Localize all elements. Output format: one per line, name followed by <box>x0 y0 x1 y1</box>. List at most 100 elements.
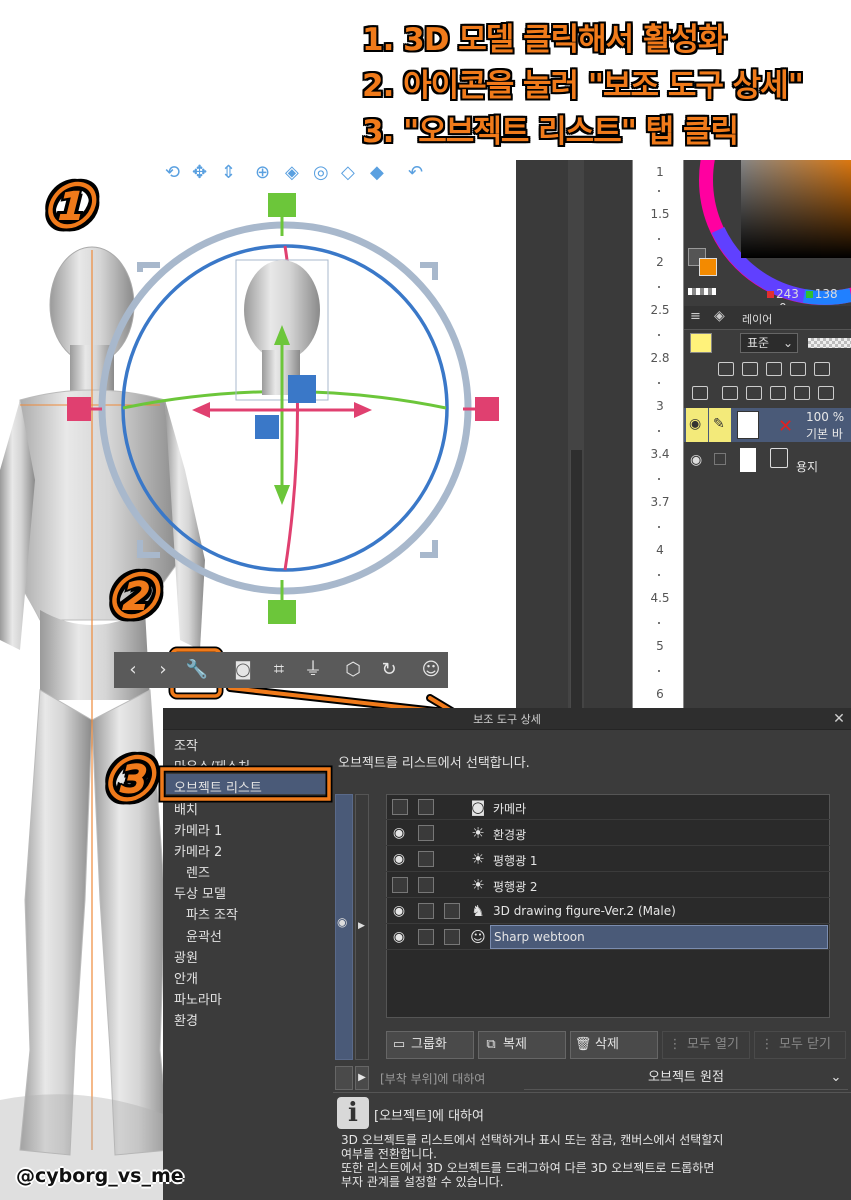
new-vector-layer-icon[interactable] <box>746 386 762 400</box>
category-item[interactable]: 환경 <box>174 1010 198 1029</box>
origin-toggle[interactable] <box>335 1066 353 1090</box>
eye-icon[interactable]: ◉ <box>390 821 408 846</box>
object-row[interactable] <box>386 795 830 820</box>
select-checkbox[interactable] <box>444 903 460 919</box>
layer-color-swatch[interactable] <box>690 333 712 353</box>
chevron-down-icon: ⌄ <box>782 336 793 350</box>
ruler-label: 3.4 <box>650 447 670 461</box>
object-icon[interactable]: ⬡ <box>336 652 370 688</box>
clip-icon[interactable] <box>718 362 734 376</box>
layers-icon[interactable]: ◈ <box>714 308 725 324</box>
rotate-camera-icon[interactable]: ⟲ <box>165 162 180 183</box>
flat-move-icon[interactable]: ◇ <box>341 162 355 183</box>
category-item[interactable]: 안개 <box>174 968 198 987</box>
category-item[interactable]: 파노라마 <box>174 989 222 1008</box>
category-item[interactable]: 카메라 2 <box>174 841 222 860</box>
lock-checkbox[interactable] <box>418 903 434 919</box>
layer-visibility-toggle[interactable]: ◉ <box>686 408 708 442</box>
layer-edit-toggle[interactable]: ✎ <box>709 408 731 442</box>
pen-icon: ✎ <box>713 416 725 432</box>
expand-column[interactable]: ▶ <box>355 794 369 1060</box>
eye-icon[interactable]: ◉ <box>390 925 408 950</box>
layer-property-icon[interactable] <box>692 386 708 400</box>
move-camera-icon[interactable]: ✥ <box>192 162 207 183</box>
reset-icon[interactable]: ↶ <box>408 162 423 183</box>
rotate-object-icon[interactable]: ◈ <box>285 162 299 183</box>
layer-name: 용지 <box>796 460 819 474</box>
category-item[interactable]: 카메라 1 <box>174 820 222 839</box>
head-icon[interactable]: ☺ <box>414 652 448 688</box>
ruler-label: 2 <box>656 255 664 269</box>
transfer-icon[interactable] <box>794 386 810 400</box>
step3-title: 3. "오브젝트 리스트" 탭 클릭 <box>362 114 739 150</box>
origin-select[interactable]: 오브젝트 원점 <box>524 1066 848 1090</box>
lock-checkbox[interactable] <box>418 825 434 841</box>
category-item[interactable]: 광원 <box>174 947 198 966</box>
fit-icon[interactable]: ⌗ <box>262 652 296 688</box>
close-icon[interactable]: ✕ <box>830 708 848 730</box>
reference-icon[interactable] <box>742 362 758 376</box>
visibility-column-header[interactable]: ◉ <box>335 794 353 1060</box>
tab-layer[interactable]: 레이어 <box>742 311 772 327</box>
chevron-down-icon[interactable]: ⌄ <box>826 1066 846 1090</box>
merge-icon[interactable] <box>818 386 834 400</box>
object-row[interactable] <box>386 873 830 898</box>
lock-checkbox[interactable] <box>418 929 434 945</box>
object-row[interactable] <box>386 821 830 846</box>
blend-mode-select[interactable]: 표준 ⌄ <box>740 333 798 353</box>
lock-checkbox[interactable] <box>418 799 434 815</box>
lock-transparency-icon[interactable] <box>814 362 830 376</box>
vertical-ruler: 1 1.5 2 2.5 2.8 3 3.4 3.7 4 4.5 5 6 <box>632 160 684 708</box>
group-button[interactable]: ▭ 그룹화 <box>386 1031 474 1059</box>
eye-icon[interactable]: ◉ <box>690 452 702 468</box>
canvas-scrollbar-thumb[interactable] <box>570 450 582 708</box>
eye-icon[interactable]: ◉ <box>390 847 408 872</box>
zoom-camera-icon[interactable]: ⇕ <box>221 162 236 183</box>
layer-row-paper[interactable] <box>684 444 851 478</box>
chevron-right-icon[interactable]: › <box>146 652 180 688</box>
camera-icon: ◙ <box>470 798 486 816</box>
play-icon: ▶ <box>358 921 365 931</box>
rotate-object-2-icon[interactable]: ◎ <box>313 162 329 183</box>
menu-icon[interactable]: ≡ <box>690 309 701 324</box>
collapse-all-label: 모두 닫기 <box>779 1037 831 1052</box>
paper-thumbnail-icon <box>740 448 756 472</box>
expand-all-button[interactable]: ⋮ 모두 열기 <box>662 1031 750 1059</box>
flat-rotate-icon[interactable]: ◆ <box>370 162 384 183</box>
lock-icon[interactable] <box>790 362 806 376</box>
primary-color-swatch[interactable] <box>699 258 717 276</box>
play-icon[interactable]: ▶ <box>355 1066 369 1090</box>
layer-lock-checkbox[interactable] <box>714 453 726 465</box>
lock-checkbox[interactable] <box>418 877 434 893</box>
collapse-all-button[interactable]: ⋮ 모두 닫기 <box>754 1031 846 1059</box>
category-item[interactable]: 윤곽선 <box>186 926 222 945</box>
visibility-checkbox[interactable] <box>392 877 408 893</box>
draft-icon[interactable] <box>766 362 782 376</box>
trash-icon: 🗑 <box>574 1037 592 1052</box>
rotate-icon[interactable]: ↻ <box>372 652 406 688</box>
new-folder-icon[interactable] <box>770 386 786 400</box>
chevron-left-icon[interactable]: ‹ <box>116 652 150 688</box>
select-checkbox[interactable] <box>444 929 460 945</box>
category-item[interactable]: 파츠 조작 <box>186 904 238 923</box>
opacity-slider[interactable] <box>808 338 851 348</box>
delete-button[interactable]: 🗑 삭제 <box>570 1031 658 1059</box>
wrench-icon[interactable]: 🔧 <box>180 652 214 688</box>
transparent-swatch[interactable] <box>688 288 716 295</box>
category-item[interactable]: 조작 <box>174 735 198 754</box>
category-item[interactable]: 두상 모델 <box>174 883 226 902</box>
object-row[interactable] <box>386 847 830 872</box>
eye-icon[interactable]: ◉ <box>390 899 408 924</box>
step2-title: 2. 아이콘을 눌러 "보조 도구 상세" <box>362 68 804 104</box>
category-item[interactable]: 렌즈 <box>186 862 210 881</box>
camera-icon[interactable]: ◙ <box>226 652 260 688</box>
move-object-icon[interactable]: ⊕ <box>255 162 270 183</box>
color-wheel-panel[interactable] <box>684 160 851 305</box>
floor-icon[interactable]: ⏚ <box>296 652 330 688</box>
figure-icon: ♞ <box>471 902 485 920</box>
lock-checkbox[interactable] <box>418 851 434 867</box>
visibility-checkbox[interactable] <box>392 799 408 815</box>
duplicate-button[interactable]: ⧉ 복제 <box>478 1031 566 1059</box>
new-raster-layer-icon[interactable] <box>722 386 738 400</box>
gizmo-toolbar[interactable]: ⟲ ✥ ⇕ ⊕ ◈ ◎ ◇ ◆ ↶ <box>165 162 423 183</box>
